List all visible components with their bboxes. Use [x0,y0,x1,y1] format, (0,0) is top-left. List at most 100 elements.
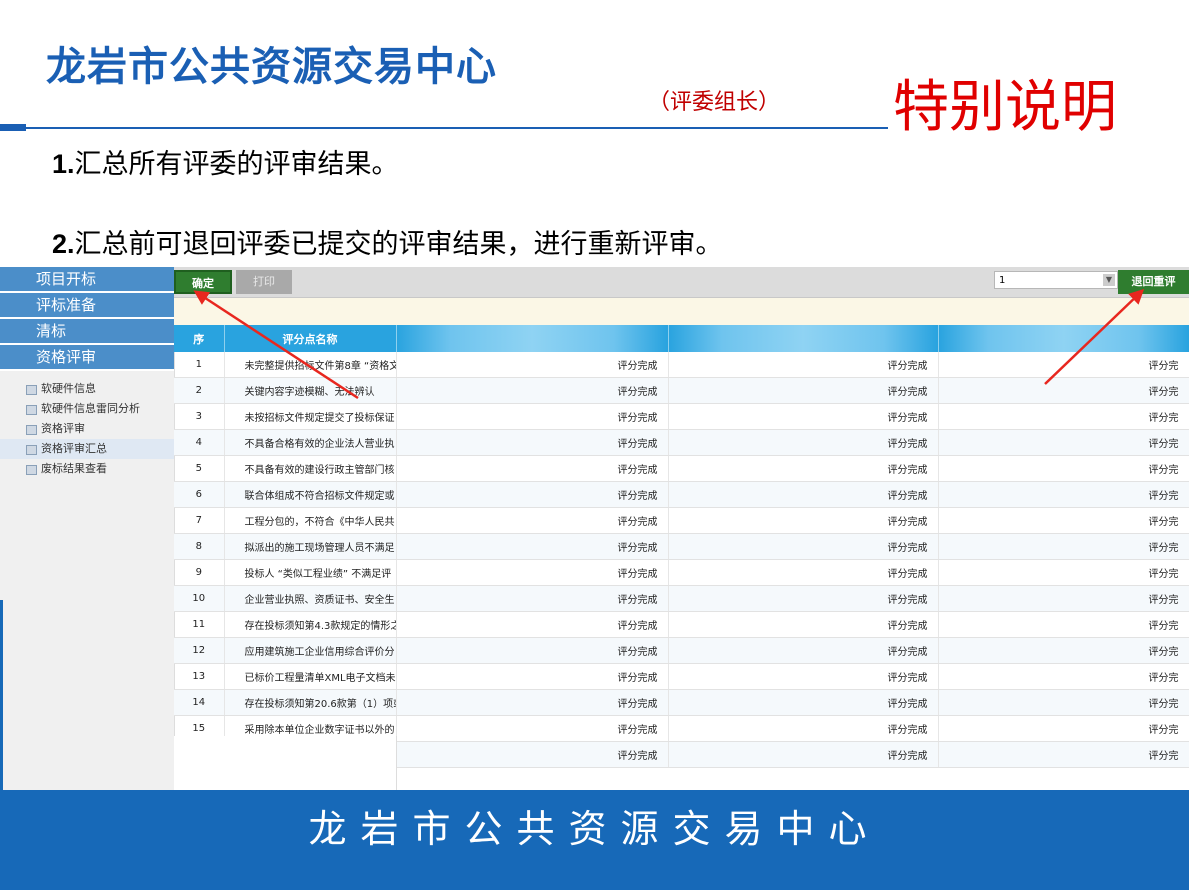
score-status-link[interactable]: 评分完成 [396,663,669,690]
score-status-link[interactable]: 评分完成 [668,533,939,560]
sidebar-section-opening[interactable]: 项目开标 [0,267,174,293]
note-number: 1. [52,149,75,179]
table-empty-area [174,736,397,790]
score-status-link[interactable]: 评分完成 [668,352,939,378]
table-row[interactable]: 3 未按招标文件规定提交了投标保证 评分完成 评分完成 评分完 [174,403,1189,430]
score-status-link[interactable]: 评分完 [938,377,1189,404]
file-icon [26,425,37,435]
score-status-link[interactable]: 评分完 [938,611,1189,638]
column-header-seq: 序 [174,325,225,352]
score-status-link[interactable]: 评分完成 [668,637,939,664]
row-seq: 3 [174,403,225,430]
row-item-name: 不具备有效的建设行政主管部门核 [224,455,397,482]
table-row[interactable]: 10 企业营业执照、资质证书、安全生 评分完成 评分完成 评分完 [174,585,1189,612]
score-status-link[interactable]: 评分完成 [396,585,669,612]
sidebar-item-hardware-similarity[interactable]: 软硬件信息雷同分析 [0,399,174,419]
return-for-rescore-button[interactable]: 退回重评 [1118,270,1189,294]
table-row[interactable]: 4 不具备合格有效的企业法人营业执 评分完成 评分完成 评分完 [174,429,1189,456]
score-status-link[interactable]: 评分完 [938,507,1189,534]
row-item-name: 投标人 “类似工程业绩” 不满足评 [224,559,397,586]
score-status-link[interactable]: 评分完 [938,455,1189,482]
sidebar-item-rejection-results[interactable]: 废标结果查看 [0,459,174,479]
print-button[interactable]: 打印 [236,270,292,294]
file-icon [26,385,37,395]
table-row[interactable]: 13 已标价工程量清单XML电子文档未 评分完成 评分完成 评分完 [174,663,1189,690]
score-status-link[interactable]: 评分完成 [396,741,669,768]
sidebar-item-qualification-review[interactable]: 资格评审 [0,419,174,439]
row-item-name: 不具备合格有效的企业法人营业执 [224,429,397,456]
special-note-title: 特别说明 [893,75,1117,140]
score-status-link[interactable]: 评分完成 [396,611,669,638]
score-status-link[interactable]: 评分完成 [668,585,939,612]
score-status-link[interactable]: 评分完 [938,715,1189,742]
score-status-link[interactable]: 评分完成 [668,507,939,534]
sidebar-section-clearing[interactable]: 清标 [0,319,174,345]
score-status-link[interactable]: 评分完 [938,559,1189,586]
score-status-link[interactable]: 评分完 [938,481,1189,508]
score-status-link[interactable]: 评分完成 [668,611,939,638]
table-row[interactable]: 2 关键内容字迹模糊、无法辨认 评分完成 评分完成 评分完 [174,377,1189,404]
row-item-name: 应用建筑施工企业信用综合评价分 [224,637,397,664]
table-body: 1 未完整提供招标文件第8章 “资格文 评分完成 评分完成 评分完 2 关键内容字迹模糊、无… [174,352,1189,768]
score-status-link[interactable]: 评分完成 [396,637,669,664]
confirm-button[interactable]: 确定 [174,270,232,294]
score-status-link[interactable]: 评分完成 [668,377,939,404]
row-item-name: 企业营业执照、资质证书、安全生 [224,585,397,612]
score-status-link[interactable]: 评分完成 [668,715,939,742]
sidebar-item-label: 资格评审汇总 [41,442,107,455]
score-status-link[interactable]: 评分完 [938,741,1189,768]
score-status-link[interactable]: 评分完 [938,352,1189,378]
table-row[interactable]: 12 应用建筑施工企业信用综合评价分 评分完成 评分完成 评分完 [174,637,1189,664]
score-status-link[interactable]: 评分完 [938,585,1189,612]
sidebar-section-qualification[interactable]: 资格评审 [0,345,174,371]
score-status-link[interactable]: 评分完成 [396,352,669,378]
score-status-link[interactable]: 评分完成 [396,533,669,560]
note-text: 汇总前可退回评委已提交的评审结果，进行重新评审。 [74,229,723,260]
row-seq: 4 [174,429,225,456]
score-status-link[interactable]: 评分完成 [396,715,669,742]
score-status-link[interactable]: 评分完成 [396,429,669,456]
score-status-link[interactable]: 评分完成 [668,429,939,456]
score-status-link[interactable]: 评分完成 [396,559,669,586]
hint-bar [174,298,1189,325]
score-status-link[interactable]: 评分完成 [668,455,939,482]
score-status-link[interactable]: 评分完成 [668,741,939,768]
score-status-link[interactable]: 评分完 [938,403,1189,430]
table-row[interactable]: 8 拟派出的施工现场管理人员不满足 评分完成 评分完成 评分完 [174,533,1189,560]
sidebar-item-label: 资格评审 [41,422,85,435]
chevron-down-icon[interactable]: ▼ [1103,274,1115,286]
table-row[interactable]: 5 不具备有效的建设行政主管部门核 评分完成 评分完成 评分完 [174,455,1189,482]
score-status-link[interactable]: 评分完成 [668,663,939,690]
sidebar-item-qualification-summary[interactable]: 资格评审汇总 [0,439,174,459]
review-summary-table: 序 评分点名称 1 未完整提供招标文件第8章 “资格文 评分完成 评分完成 评分完 2 关键… [174,325,1189,768]
score-status-link[interactable]: 评分完成 [668,689,939,716]
score-status-link[interactable]: 评分完成 [396,377,669,404]
row-item-name: 未按招标文件规定提交了投标保证 [224,403,397,430]
table-row[interactable]: 7 工程分包的，不符合《中华人民共 评分完成 评分完成 评分完 [174,507,1189,534]
score-status-link[interactable]: 评分完成 [668,559,939,586]
table-row[interactable]: 11 存在投标须知第4.3款规定的情形之 评分完成 评分完成 评分完 [174,611,1189,638]
table-row[interactable]: 14 存在投标须知第20.6款第（1）项或 评分完成 评分完成 评分完 [174,689,1189,716]
score-status-link[interactable]: 评分完 [938,689,1189,716]
page-select[interactable]: 1 ▼ [994,271,1118,289]
row-seq: 6 [174,481,225,508]
score-status-link[interactable]: 评分完成 [668,481,939,508]
score-status-link[interactable]: 评分完 [938,637,1189,664]
score-status-link[interactable]: 评分完 [938,533,1189,560]
score-status-link[interactable]: 评分完成 [396,481,669,508]
table-row[interactable]: 1 未完整提供招标文件第8章 “资格文 评分完成 评分完成 评分完 [174,352,1189,378]
score-status-link[interactable]: 评分完成 [668,403,939,430]
score-status-link[interactable]: 评分完成 [396,689,669,716]
sidebar-section-preparation[interactable]: 评标准备 [0,293,174,319]
score-status-link[interactable]: 评分完成 [396,455,669,482]
score-status-link[interactable]: 评分完成 [396,403,669,430]
score-status-link[interactable]: 评分完 [938,663,1189,690]
note-line-1: 1.汇总所有评委的评审结果。 [52,142,399,181]
score-status-link[interactable]: 评分完 [938,429,1189,456]
sidebar-item-hardware-info[interactable]: 软硬件信息 [0,379,174,399]
score-status-link[interactable]: 评分完成 [396,507,669,534]
file-icon [26,405,37,415]
row-item-name: 拟派出的施工现场管理人员不满足 [224,533,397,560]
table-row[interactable]: 6 联合体组成不符合招标文件规定或 评分完成 评分完成 评分完 [174,481,1189,508]
table-row[interactable]: 9 投标人 “类似工程业绩” 不满足评 评分完成 评分完成 评分完 [174,559,1189,586]
